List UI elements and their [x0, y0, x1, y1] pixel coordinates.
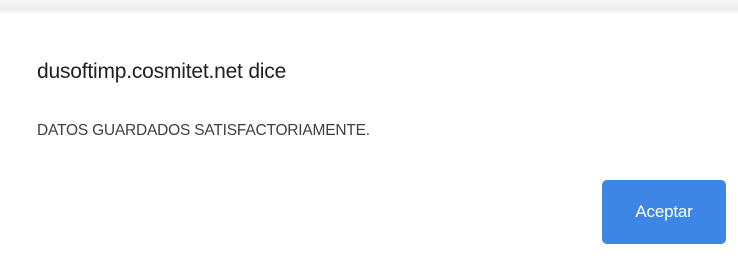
dialog-message: DATOS GUARDADOS SATISFACTORIAMENTE. — [37, 122, 370, 139]
alert-dialog: dusoftimp.cosmitet.net dice DATOS GUARDA… — [0, 0, 738, 272]
dialog-top-edge — [0, 0, 738, 14]
accept-button[interactable]: Aceptar — [602, 180, 726, 244]
dialog-title: dusoftimp.cosmitet.net dice — [37, 60, 287, 83]
